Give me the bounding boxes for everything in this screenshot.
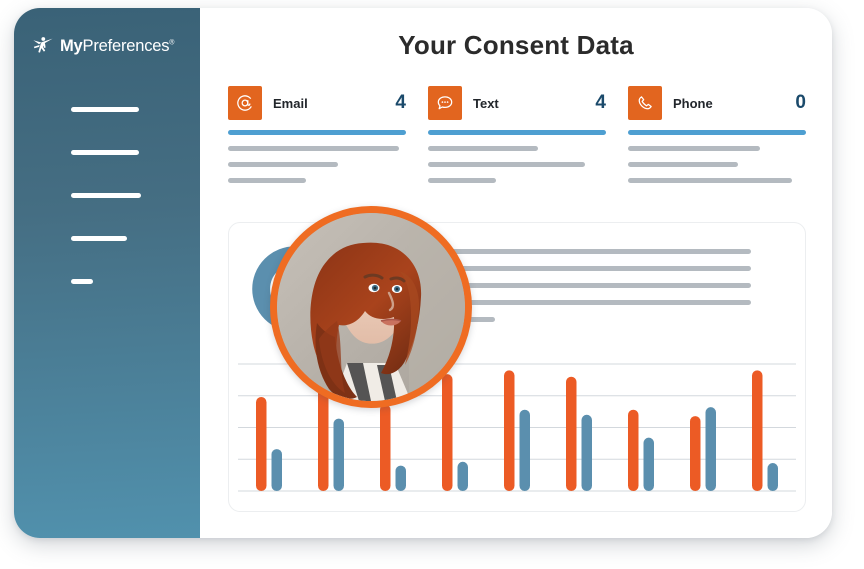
sidebar-item-1[interactable] (14, 94, 200, 124)
main-content: Your Consent Data Email 4 Text 4 Phone 0 (200, 8, 832, 538)
bar (628, 409, 639, 491)
stat-card-row: Email 4 Text 4 Phone 0 (228, 86, 806, 194)
placeholder-line (628, 146, 760, 151)
at-sign-icon (228, 86, 262, 120)
bar (380, 404, 391, 491)
placeholder-line (428, 162, 585, 167)
sidebar-item-3[interactable] (14, 180, 200, 210)
placeholder-line (428, 146, 539, 151)
stat-label: Phone (673, 95, 713, 111)
nav-placeholder-bar (71, 149, 139, 155)
stat-progress-bar (428, 130, 606, 135)
stat-card-text[interactable]: Text 4 (428, 86, 606, 194)
bar (442, 374, 453, 491)
bar (752, 370, 763, 491)
app-logo[interactable]: MyPreferences® (31, 34, 174, 58)
stat-progress-bar (228, 130, 406, 135)
placeholder-line (228, 162, 339, 167)
page-title: Your Consent Data (398, 30, 634, 60)
stat-value: 4 (395, 92, 406, 113)
bar (395, 465, 406, 491)
placeholder-line (628, 162, 739, 167)
placeholder-line (228, 178, 307, 183)
stat-label: Text (473, 95, 499, 111)
placeholder-line (228, 146, 399, 151)
phone-handset-icon (628, 86, 662, 120)
placeholder-line (428, 178, 496, 183)
bar (271, 449, 282, 491)
screenshot-root: MyPreferences® Your Consent Data Email 4… (0, 0, 864, 569)
sidebar-item-5[interactable] (14, 266, 200, 296)
sidebar-item-4[interactable] (14, 223, 200, 253)
bar (581, 414, 592, 491)
running-person-star-icon (31, 34, 55, 58)
bar (457, 461, 468, 491)
stat-value: 4 (595, 92, 606, 113)
stat-placeholder-lines (428, 146, 606, 183)
nav-placeholder-bar (71, 192, 141, 198)
stat-card-email[interactable]: Email 4 (228, 86, 406, 194)
nav-placeholder-bar (71, 278, 93, 284)
bar (690, 416, 701, 491)
brand-bold: My (60, 36, 83, 55)
speech-bubble-icon (428, 86, 462, 120)
bar (519, 409, 530, 491)
stat-card-header: Phone 0 (628, 86, 806, 120)
bar (705, 407, 716, 491)
bar (566, 376, 577, 491)
stat-value: 0 (795, 92, 806, 113)
stat-progress-bar (628, 130, 806, 135)
stat-card-header: Text 4 (428, 86, 606, 120)
stat-card-phone[interactable]: Phone 0 (628, 86, 806, 194)
stat-placeholder-lines (228, 146, 406, 183)
bar (256, 397, 267, 491)
nav-placeholder-bar (71, 106, 139, 112)
brand-light: Preferences (82, 36, 170, 55)
sidebar-item-2[interactable] (14, 137, 200, 167)
brand-trademark: ® (169, 39, 175, 46)
sidebar-nav (14, 94, 200, 296)
nav-placeholder-bar (71, 235, 127, 241)
bar (333, 418, 344, 491)
avatar (270, 206, 472, 408)
app-logo-text: MyPreferences® (60, 37, 174, 56)
sidebar: MyPreferences® (14, 8, 200, 538)
placeholder-line (628, 178, 792, 183)
stat-label: Email (273, 95, 308, 111)
bar (504, 370, 515, 491)
bar (643, 437, 654, 491)
stat-card-header: Email 4 (228, 86, 406, 120)
bar (767, 463, 778, 491)
stat-placeholder-lines (628, 146, 806, 183)
app-window: MyPreferences® Your Consent Data Email 4… (14, 8, 832, 538)
